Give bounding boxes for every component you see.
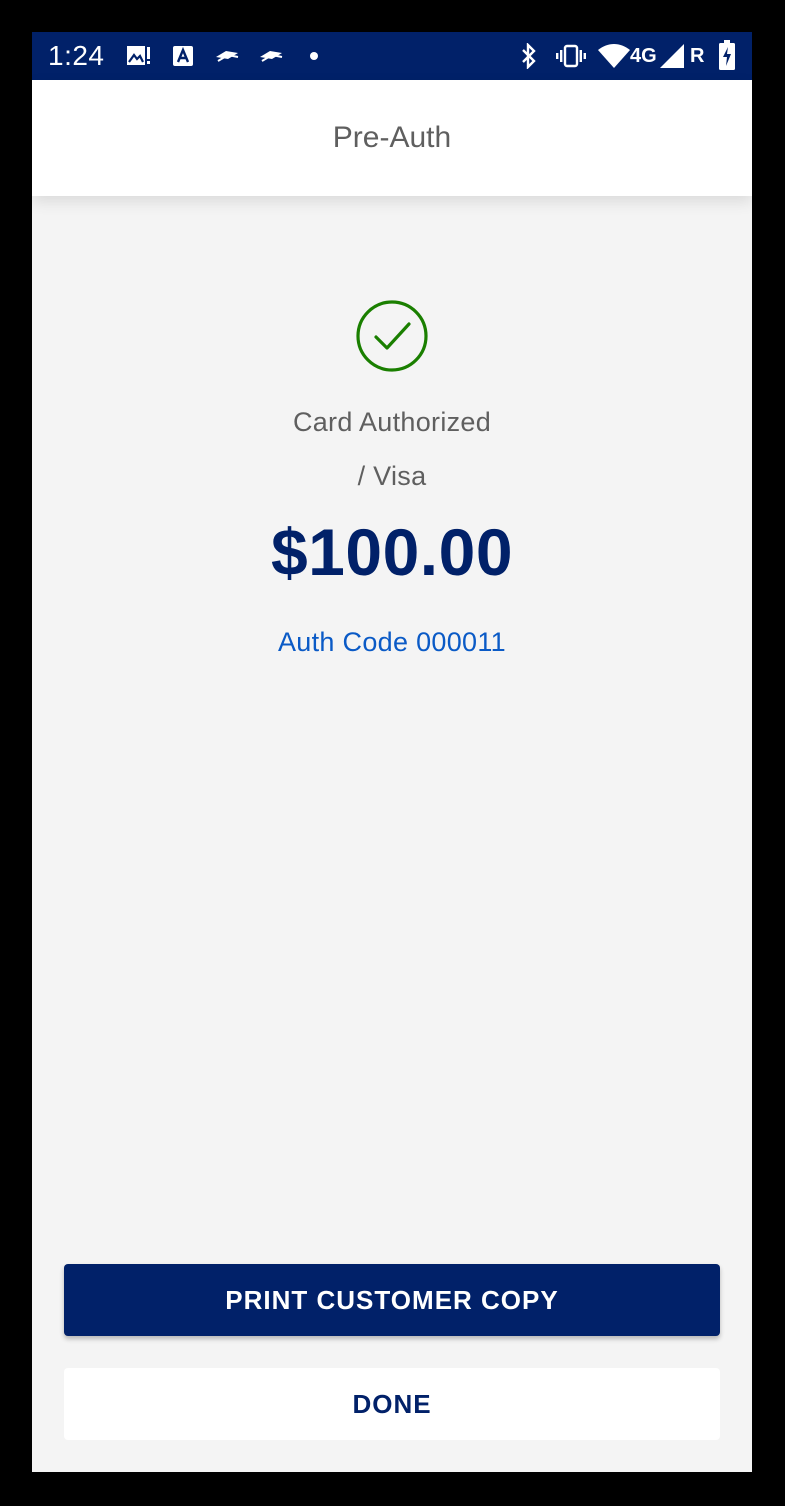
app-bar: Pre-Auth [32,80,752,196]
status-bar: 1:24 4G R [32,32,752,80]
wifi-icon [598,44,630,68]
check-circle-icon [356,300,428,372]
status-time: 1:24 [48,40,105,71]
bank-flag-icon [258,44,284,68]
page-title: Pre-Auth [332,121,452,154]
battery-charging-icon [718,40,736,70]
signal-icon [660,44,684,68]
bluetooth-icon [518,43,540,69]
roaming-indicator: R [690,45,705,67]
vibrate-icon [556,44,586,68]
auth-code: Auth Code 000011 [278,627,506,657]
transaction-amount: $100.00 [270,515,514,589]
authorization-status: Card Authorized [292,407,492,437]
bank-flag-icon [214,44,240,68]
done-button[interactable]: DONE [64,1368,720,1440]
app-a-icon [172,44,194,68]
network-type: 4G [630,45,657,67]
phone-screen: 1:24 4G R Pre-Auth Card Authorized / Vis… [32,32,752,1472]
image-alert-icon [126,44,152,68]
dot-icon [308,44,320,68]
print-customer-copy-button[interactable]: PRINT CUSTOMER COPY [64,1264,720,1336]
card-type: / Visa [357,461,427,491]
